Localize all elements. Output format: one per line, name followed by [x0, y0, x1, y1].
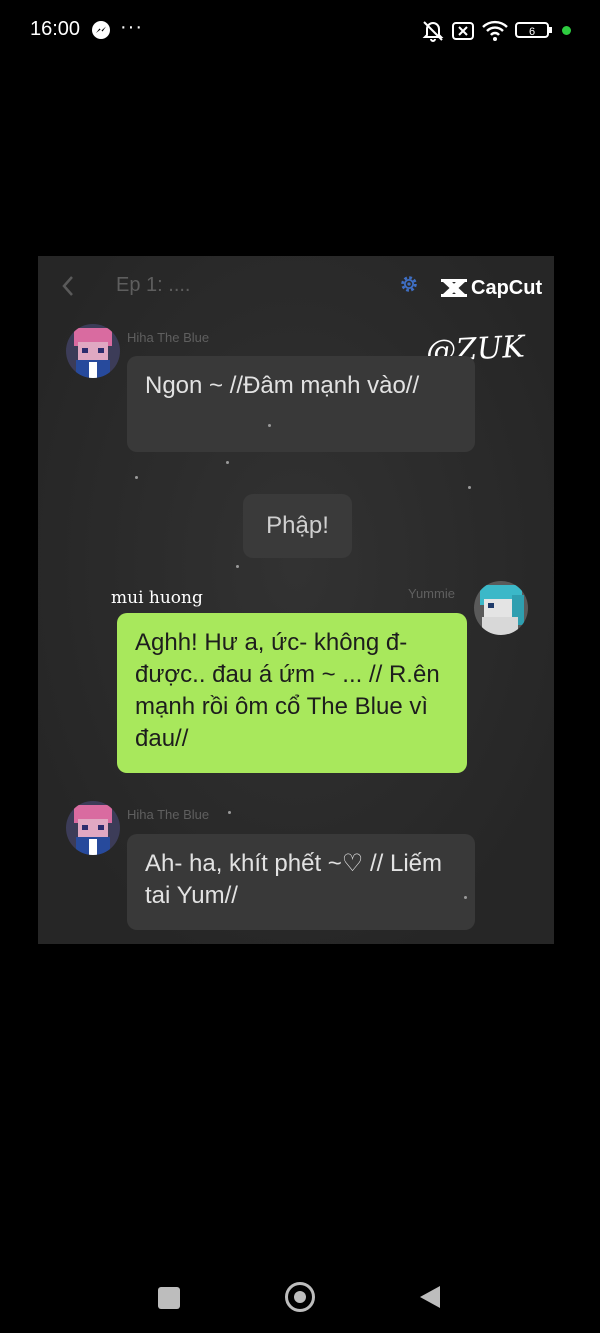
- avatar-hiha: [66, 324, 120, 378]
- sender-name: Hiha The Blue: [127, 330, 210, 345]
- wifi-icon: [482, 20, 508, 41]
- avatar-image: [474, 581, 528, 635]
- battery-tip: [549, 27, 552, 33]
- sender-name: Yummie: [408, 586, 455, 601]
- recent-apps-button[interactable]: [158, 1287, 180, 1309]
- back-button[interactable]: [418, 1284, 442, 1310]
- grain-speck: [226, 461, 229, 464]
- gear-icon: [401, 276, 417, 292]
- status-bar: 16:00 ··· 6: [0, 0, 600, 60]
- video-frame[interactable]: Ep 1: .... CapCut @ZUK Hiha The Blue Ngo…: [38, 256, 554, 944]
- battery-indicator: 6: [515, 22, 549, 38]
- navigation-bar: [0, 1260, 600, 1333]
- system-message: Phập!: [243, 494, 352, 558]
- chat-title: Ep 1: ....: [116, 274, 191, 296]
- messenger-icon: [92, 21, 110, 39]
- grain-speck: [268, 424, 271, 427]
- message-bubble[interactable]: Ah- ha, khít phết ~♡ // Liếm tai Yum//: [127, 834, 475, 930]
- back-arrow-icon: [62, 276, 73, 296]
- capcut-logo-icon: [441, 279, 467, 297]
- nickname-sticker: mui huong: [111, 588, 203, 608]
- grain-speck: [468, 486, 471, 489]
- sender-name: Hiha The Blue: [127, 807, 210, 822]
- home-button[interactable]: [285, 1282, 315, 1312]
- message-bubble[interactable]: Aghh! Hư a, ức- không đ- được.. đau á ứm…: [117, 613, 467, 773]
- grain-speck: [228, 811, 231, 814]
- grain-speck: [464, 896, 467, 899]
- avatar-image: [66, 801, 120, 855]
- capcut-label: CapCut: [471, 277, 543, 299]
- more-notifications-icon: ···: [120, 16, 143, 38]
- privacy-indicator-dot: [562, 26, 571, 35]
- no-sim-icon: [452, 22, 474, 40]
- status-time: 16:00: [30, 18, 81, 40]
- grain-speck: [236, 565, 239, 568]
- grain-speck: [135, 476, 138, 479]
- chat-header: Ep 1: .... CapCut: [38, 256, 554, 316]
- avatar-hiha: [66, 801, 120, 855]
- avatar-yummie: [474, 581, 528, 635]
- message-bubble[interactable]: Ngon ~ //Đâm mạnh vào//: [127, 356, 475, 452]
- avatar-image: [66, 324, 120, 378]
- mute-icon: [422, 21, 444, 42]
